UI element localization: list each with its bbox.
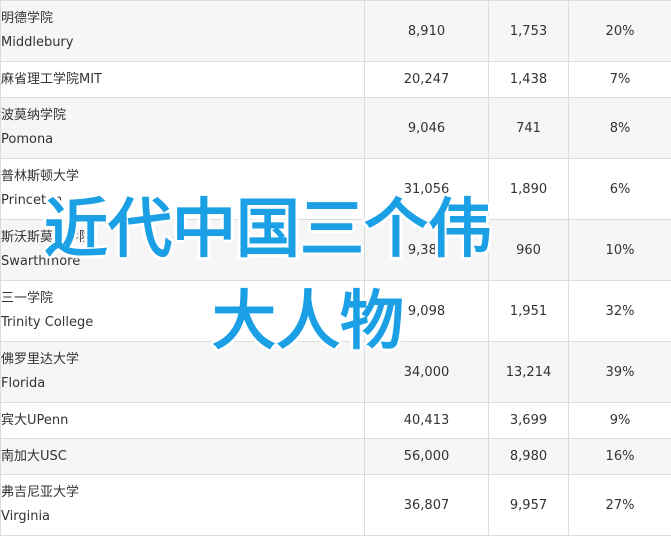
table-row: 普林斯顿大学 Princeton 31,056 1,890 6%: [0, 158, 671, 220]
table-row: 斯沃斯莫尔学院 Swarthmore 9,383 960 10%: [0, 219, 671, 281]
school-name-cn: 宾大UPenn: [1, 412, 69, 428]
admitted-cell: 1,753: [488, 0, 569, 62]
table-row: 明德学院 Middlebury 8,910 1,753 20%: [0, 0, 671, 62]
rate-cell: 27%: [568, 474, 671, 536]
table-row: 麻省理工学院MIT 20,247 1,438 7%: [0, 61, 671, 98]
school-name-cn: 麻省理工学院MIT: [1, 71, 102, 87]
school-name-cell: 麻省理工学院MIT: [0, 61, 365, 98]
school-name-cn: 三一学院: [1, 291, 54, 306]
applicants-cell: 9,383: [364, 219, 489, 281]
applicants-cell: 20,247: [364, 61, 489, 98]
rate-cell: 7%: [568, 61, 671, 98]
applicants-cell: 36,807: [364, 474, 489, 536]
applicants-cell: 40,413: [364, 402, 489, 439]
school-name-cn: 波莫纳学院: [1, 108, 67, 123]
rate-cell: 16%: [568, 438, 671, 475]
rate-cell: 8%: [568, 97, 671, 159]
admitted-cell: 1,438: [488, 61, 569, 98]
admitted-cell: 9,957: [488, 474, 569, 536]
table-row: 波莫纳学院 Pomona 9,046 741 8%: [0, 97, 671, 159]
rate-cell: 6%: [568, 158, 671, 220]
school-name-cn: 普林斯顿大学: [1, 169, 80, 184]
school-name-cell: 南加大USC: [0, 438, 365, 475]
rate-cell: 39%: [568, 341, 671, 403]
school-name-cn: 佛罗里达大学: [1, 352, 80, 367]
school-name-cell: 三一学院 Trinity College: [0, 280, 365, 342]
school-name-cn: 斯沃斯莫尔学院: [1, 230, 93, 245]
school-name-en: Swarthmore: [1, 254, 81, 269]
admitted-cell: 1,890: [488, 158, 569, 220]
table-row: 宾大UPenn 40,413 3,699 9%: [0, 402, 671, 439]
school-name-en: Virginia: [1, 509, 51, 524]
admitted-cell: 3,699: [488, 402, 569, 439]
school-name-cell: 斯沃斯莫尔学院 Swarthmore: [0, 219, 365, 281]
rate-cell: 20%: [568, 0, 671, 62]
school-name-en: Trinity College: [1, 315, 94, 330]
school-name-cell: 弗吉尼亚大学 Virginia: [0, 474, 365, 536]
rate-cell: 9%: [568, 402, 671, 439]
applicants-cell: 9,046: [364, 97, 489, 159]
admitted-cell: 1,951: [488, 280, 569, 342]
applicants-cell: 31,056: [364, 158, 489, 220]
admitted-cell: 741: [488, 97, 569, 159]
school-name-cell: 宾大UPenn: [0, 402, 365, 439]
table-row: 南加大USC 56,000 8,980 16%: [0, 438, 671, 475]
school-name-cn: 明德学院: [1, 11, 54, 26]
school-name-cell: 普林斯顿大学 Princeton: [0, 158, 365, 220]
admitted-cell: 8,980: [488, 438, 569, 475]
table-row: 佛罗里达大学 Florida 34,000 13,214 39%: [0, 341, 671, 403]
table-row: 弗吉尼亚大学 Virginia 36,807 9,957 27%: [0, 474, 671, 536]
school-name-cn: 弗吉尼亚大学: [1, 485, 80, 500]
admissions-table: 明德学院 Middlebury 8,910 1,753 20% 麻省理工学院MIT…: [0, 0, 671, 536]
rate-cell: 10%: [568, 219, 671, 281]
admitted-cell: 13,214: [488, 341, 569, 403]
school-name-en: Middlebury: [1, 35, 74, 50]
applicants-cell: 56,000: [364, 438, 489, 475]
school-name-cell: 佛罗里达大学 Florida: [0, 341, 365, 403]
school-name-en: Pomona: [1, 132, 54, 147]
school-name-cn: 南加大USC: [1, 448, 67, 464]
school-name-cell: 波莫纳学院 Pomona: [0, 97, 365, 159]
school-name-en: Florida: [1, 376, 46, 391]
admitted-cell: 960: [488, 219, 569, 281]
rate-cell: 32%: [568, 280, 671, 342]
applicants-cell: 9,098: [364, 280, 489, 342]
school-name-en: Princeton: [1, 193, 63, 208]
school-name-cell: 明德学院 Middlebury: [0, 0, 365, 62]
applicants-cell: 8,910: [364, 0, 489, 62]
table-row: 三一学院 Trinity College 9,098 1,951 32%: [0, 280, 671, 342]
applicants-cell: 34,000: [364, 341, 489, 403]
